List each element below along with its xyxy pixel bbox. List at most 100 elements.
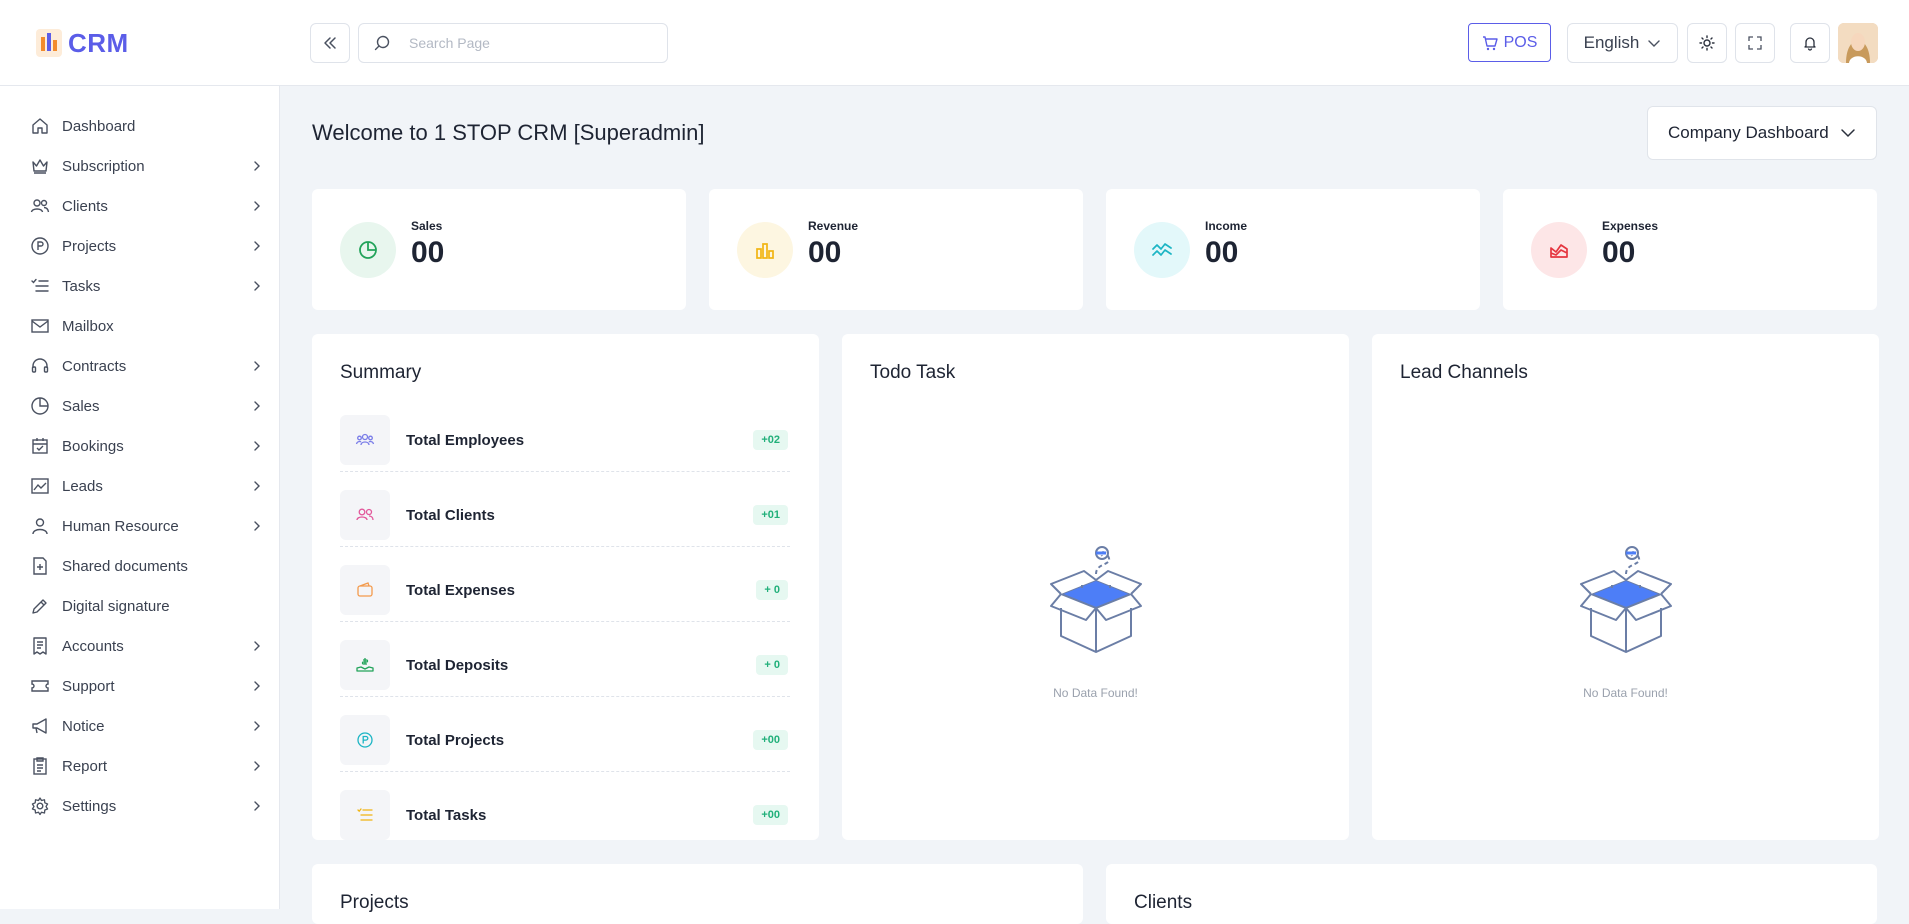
stat-label: Income	[1205, 219, 1248, 233]
notifications-button[interactable]	[1790, 23, 1830, 63]
sidebar-item-tasks[interactable]: Tasks	[0, 266, 279, 306]
bar-chart-icon	[756, 243, 774, 259]
stat-icon-bg	[340, 222, 396, 278]
summary-icon-box	[340, 640, 390, 690]
double-chevron-left-icon	[324, 37, 336, 49]
sidebar-item-label: Bookings	[62, 437, 124, 455]
stat-value: 00	[808, 236, 842, 269]
stat-value: 00	[1205, 236, 1239, 269]
projects-card-title: Projects	[340, 892, 409, 913]
sidebar-item-contracts[interactable]: Contracts	[0, 346, 279, 386]
sidebar-item-dashboard[interactable]: Dashboard	[0, 106, 279, 146]
collapse-sidebar-button[interactable]	[310, 23, 350, 63]
p-circle-icon	[31, 237, 49, 255]
user-avatar[interactable]	[1838, 23, 1878, 63]
chevron-right-icon	[254, 241, 260, 251]
home-icon	[32, 118, 48, 134]
summary-row-expenses: Total Expenses + 0	[340, 547, 790, 622]
summary-row-label: Total Tasks	[406, 807, 487, 824]
sidebar-item-label: Shared documents	[62, 557, 188, 575]
sidebar-item-settings[interactable]: Settings	[0, 786, 279, 826]
summary-icon-box	[340, 565, 390, 615]
megaphone-icon	[32, 718, 47, 734]
summary-row-employees: Total Employees +02	[340, 397, 790, 472]
sidebar-item-human-resource[interactable]: Human Resource	[0, 506, 279, 546]
stat-label: Revenue	[808, 219, 859, 233]
sidebar-item-leads[interactable]: Leads	[0, 466, 279, 506]
chevron-right-icon	[254, 401, 260, 411]
sidebar-item-report[interactable]: Report	[0, 746, 279, 786]
empty-state	[1372, 544, 1879, 669]
summary-row-clients: Total Clients +01	[340, 472, 790, 547]
sidebar-item-label: Support	[62, 677, 115, 695]
sidebar-item-label: Settings	[62, 797, 117, 815]
todo-task-title: Todo Task	[870, 362, 956, 383]
sidebar-item-label: Report	[62, 757, 108, 775]
chevron-right-icon	[254, 521, 260, 531]
search-box	[358, 23, 668, 63]
summary-row-label: Total Expenses	[406, 582, 515, 599]
sidebar-item-label: Accounts	[62, 637, 124, 655]
pos-label: POS	[1503, 33, 1538, 51]
chevron-right-icon	[254, 681, 260, 691]
chevron-down-icon	[1841, 129, 1855, 138]
sidebar-item-accounts[interactable]: Accounts	[0, 626, 279, 666]
stat-icon-bg	[1531, 222, 1587, 278]
dashboard-select[interactable]: Company Dashboard	[1647, 106, 1877, 160]
sidebar-item-notice[interactable]: Notice	[0, 706, 279, 746]
brand-mark-icon	[36, 29, 62, 57]
sidebar-item-label: Projects	[62, 237, 117, 255]
sidebar-item-projects[interactable]: Projects	[0, 226, 279, 266]
brand-logo[interactable]: CRM	[36, 27, 129, 59]
clients-card-title: Clients	[1134, 892, 1193, 913]
summary-row-badge: +01	[753, 505, 788, 525]
sidebar-item-subscription[interactable]: Subscription	[0, 146, 279, 186]
search-input[interactable]	[409, 28, 659, 58]
page-title: Welcome to 1 STOP CRM [Superadmin]	[312, 120, 705, 145]
sidebar-item-label: Digital signature	[62, 597, 170, 615]
summary-row-badge: + 0	[756, 580, 788, 600]
summary-row-label: Total Clients	[406, 507, 495, 524]
summary-row-badge: + 0	[756, 655, 788, 675]
sidebar-item-shared-documents[interactable]: Shared documents	[0, 546, 279, 586]
pen-icon	[32, 599, 47, 614]
empty-box-icon	[1049, 546, 1142, 653]
sidebar-item-mailbox[interactable]: Mailbox	[0, 306, 279, 346]
chevron-right-icon	[254, 201, 260, 211]
fullscreen-icon	[1748, 36, 1762, 50]
stat-card-revenue: Revenue 00	[709, 189, 1083, 310]
language-select[interactable]: English	[1567, 23, 1678, 63]
stat-icon-bg	[737, 222, 793, 278]
summary-icon-box	[340, 715, 390, 765]
sidebar-item-label: Clients	[62, 197, 108, 215]
summary-row-label: Total Employees	[406, 432, 525, 449]
summary-row-badge: +00	[753, 730, 788, 750]
pie-chart-icon	[31, 397, 49, 415]
fullscreen-button[interactable]	[1735, 23, 1775, 63]
theme-toggle-button[interactable]	[1687, 23, 1727, 63]
chevron-right-icon	[254, 481, 260, 491]
avatar-image	[1838, 23, 1878, 63]
summary-row-tasks: Total Tasks +00	[340, 772, 790, 840]
pie-chart-icon	[359, 241, 377, 259]
calendar-check-icon	[32, 438, 48, 454]
sidebar-item-label: Mailbox	[62, 317, 114, 335]
task-list-icon	[31, 278, 49, 292]
headset-icon	[31, 358, 49, 373]
pos-button[interactable]: POS	[1468, 23, 1551, 62]
sidebar-item-clients[interactable]: Clients	[0, 186, 279, 226]
todo-task-panel: Todo Task No Data Found!	[842, 334, 1349, 840]
chevron-right-icon	[254, 801, 260, 811]
p-circle-icon	[357, 732, 373, 748]
clients-card: Clients	[1106, 864, 1877, 924]
sidebar: Dashboard Subscription Clients Projects …	[0, 86, 280, 909]
sidebar-item-label: Notice	[62, 717, 105, 735]
sidebar-item-support[interactable]: Support	[0, 666, 279, 706]
sidebar-item-bookings[interactable]: Bookings	[0, 426, 279, 466]
deposit-icon	[356, 658, 374, 672]
area-chart-icon	[1550, 244, 1568, 258]
sidebar-item-sales[interactable]: Sales	[0, 386, 279, 426]
bell-icon	[1804, 37, 1816, 51]
sidebar-item-digital-signature[interactable]: Digital signature	[0, 586, 279, 626]
sidebar-item-label: Tasks	[62, 277, 101, 295]
